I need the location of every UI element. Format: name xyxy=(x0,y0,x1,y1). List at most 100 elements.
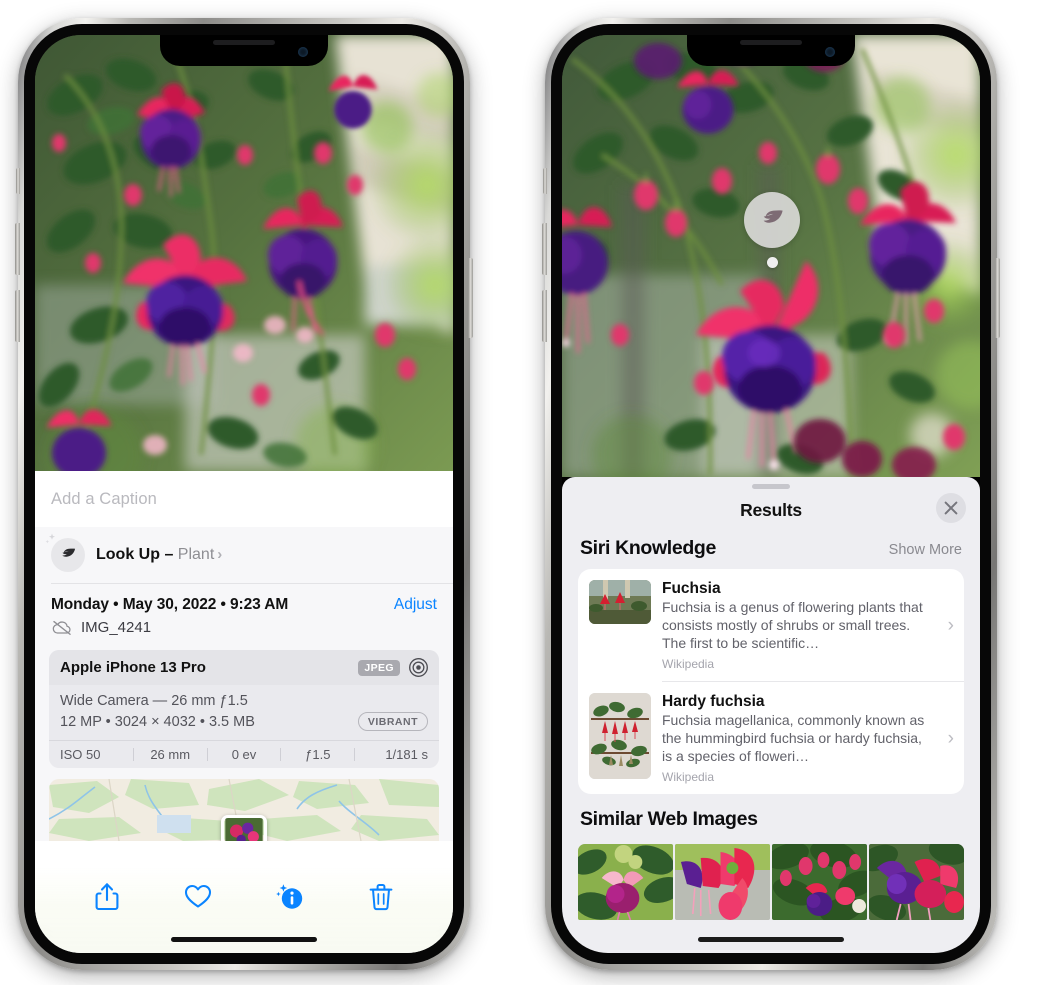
chevron-right-icon: › xyxy=(947,614,954,636)
exif-focal: 26 mm xyxy=(150,747,191,762)
earpiece-speaker xyxy=(740,40,802,45)
share-icon xyxy=(95,883,119,911)
siri-knowledge-title: Siri Knowledge xyxy=(580,537,716,559)
similar-web-images-header: Similar Web Images xyxy=(562,794,980,835)
camera-device: Apple iPhone 13 Pro xyxy=(60,659,206,676)
web-thumb-2 xyxy=(675,844,770,920)
siri-knowledge-header: Siri Knowledge Show More xyxy=(562,531,980,569)
look-up-row[interactable]: Look Up – Plant › xyxy=(35,527,453,583)
info-sparkle-icon xyxy=(275,884,302,909)
similar-web-images-title: Similar Web Images xyxy=(580,808,758,830)
mute-switch[interactable] xyxy=(16,168,20,194)
knowledge-description: Fuchsia magellanica, commonly known as t… xyxy=(662,712,925,765)
photo-viewer[interactable] xyxy=(562,35,980,477)
info-button[interactable] xyxy=(275,881,305,912)
device-notch xyxy=(687,35,855,66)
knowledge-body: Hardy fuchsia Fuchsia magellanica, commo… xyxy=(662,693,934,784)
exif-row: ISO 50 26 mm 0 ev ƒ1.5 1/181 s xyxy=(49,740,439,768)
volume-down-button[interactable] xyxy=(15,290,20,342)
knowledge-body: Fuchsia Fuchsia is a genus of flowering … xyxy=(662,580,934,671)
web-image-2[interactable] xyxy=(675,844,770,920)
front-camera xyxy=(298,47,308,57)
web-thumb-3 xyxy=(772,844,867,920)
format-badge: JPEG xyxy=(358,659,400,676)
share-button[interactable] xyxy=(92,881,122,912)
results-sheet: Results Siri Knowledge Show More Fuchsia… xyxy=(562,477,980,953)
web-image-1[interactable] xyxy=(578,844,673,920)
right-phone: Results Siri Knowledge Show More Fuchsia… xyxy=(542,18,1000,970)
photo-info-sheet: Add a Caption Look Up – Plant › Monday •… xyxy=(35,471,453,953)
close-button[interactable] xyxy=(936,493,966,523)
photo-style-badge: VIBRANT xyxy=(357,712,428,731)
photo-date: Monday • May 30, 2022 • 9:23 AM xyxy=(51,596,289,613)
fuchsia-photo xyxy=(562,35,980,477)
photo-filename: IMG_4241 xyxy=(81,619,152,636)
knowledge-thumbnail xyxy=(589,580,651,624)
mute-switch[interactable] xyxy=(543,168,547,194)
results-title: Results xyxy=(740,499,802,520)
fuchsia-thumb-2 xyxy=(589,693,651,779)
web-thumb-4 xyxy=(869,844,964,920)
volume-up-button[interactable] xyxy=(542,223,547,275)
camera-info-card[interactable]: Apple iPhone 13 Pro JPEG Wide Camera — 2… xyxy=(49,650,439,768)
exif-iso: ISO 50 xyxy=(60,747,101,762)
exif-aperture: ƒ1.5 xyxy=(305,747,331,762)
power-button[interactable] xyxy=(995,258,1000,338)
power-button[interactable] xyxy=(468,258,473,338)
aperture-icon[interactable] xyxy=(408,657,429,678)
map-pin-thumbnail xyxy=(225,818,263,841)
show-more-button[interactable]: Show More xyxy=(889,542,962,558)
exif-ev: 0 ev xyxy=(231,747,257,762)
photo-viewer[interactable] xyxy=(35,35,453,471)
knowledge-source: Wikipedia xyxy=(662,770,715,784)
close-icon xyxy=(944,501,958,515)
device-notch xyxy=(160,35,328,66)
volume-up-button[interactable] xyxy=(15,223,20,275)
leaf-glyph xyxy=(62,548,76,557)
earpiece-speaker xyxy=(213,40,275,45)
screenshot-stage: Add a Caption Look Up – Plant › Monday •… xyxy=(0,0,1055,985)
trash-icon xyxy=(369,884,393,911)
home-indicator[interactable] xyxy=(698,937,844,942)
map-photo-pin[interactable] xyxy=(221,815,267,841)
siri-knowledge-card: Fuchsia Fuchsia is a genus of flowering … xyxy=(578,569,964,794)
camera-header: Apple iPhone 13 Pro JPEG xyxy=(49,650,439,685)
look-up-subject: Plant xyxy=(177,546,215,563)
volume-down-button[interactable] xyxy=(542,290,547,342)
visual-lookup-dot[interactable] xyxy=(767,257,778,268)
left-phone: Add a Caption Look Up – Plant › Monday •… xyxy=(15,18,473,970)
camera-lens: Wide Camera — 26 mm ƒ1.5 xyxy=(60,693,248,709)
results-header: Results xyxy=(562,489,980,531)
metadata-block: Monday • May 30, 2022 • 9:23 AM Adjust I… xyxy=(35,584,453,646)
leaf-sparkle-icon xyxy=(45,533,85,572)
fuchsia-thumb-1 xyxy=(589,580,651,624)
cloud-slash-icon xyxy=(52,620,71,635)
visual-lookup-badge[interactable] xyxy=(744,192,800,248)
knowledge-thumbnail xyxy=(589,693,651,779)
look-up-title: Look Up – xyxy=(96,546,174,563)
chevron-right-icon: › xyxy=(947,727,954,749)
caption-row[interactable]: Add a Caption xyxy=(35,471,453,527)
front-camera xyxy=(825,47,835,57)
knowledge-row[interactable]: Fuchsia Fuchsia is a genus of flowering … xyxy=(578,569,964,681)
right-screen: Results Siri Knowledge Show More Fuchsia… xyxy=(562,35,980,953)
sparkle-small-icon xyxy=(41,548,48,555)
similar-web-images-grid xyxy=(562,844,980,920)
caption-placeholder: Add a Caption xyxy=(51,489,157,508)
heart-icon xyxy=(185,884,212,908)
fuchsia-photo xyxy=(35,35,453,471)
web-image-3[interactable] xyxy=(772,844,867,920)
camera-body: Wide Camera — 26 mm ƒ1.5 12 MP • 3024 × … xyxy=(49,685,439,740)
look-up-label: Look Up – Plant › xyxy=(96,546,222,564)
left-screen: Add a Caption Look Up – Plant › Monday •… xyxy=(35,35,453,953)
leaf-icon xyxy=(763,210,783,223)
knowledge-name: Hardy fuchsia xyxy=(662,693,765,710)
web-image-4[interactable] xyxy=(869,844,964,920)
location-map-card[interactable] xyxy=(49,779,439,841)
exif-shutter: 1/181 s xyxy=(385,747,428,762)
home-indicator[interactable] xyxy=(171,937,317,942)
knowledge-row[interactable]: Hardy fuchsia Fuchsia magellanica, commo… xyxy=(578,682,964,794)
favorite-button[interactable] xyxy=(183,881,213,912)
adjust-button[interactable]: Adjust xyxy=(394,596,437,614)
delete-button[interactable] xyxy=(366,881,396,912)
